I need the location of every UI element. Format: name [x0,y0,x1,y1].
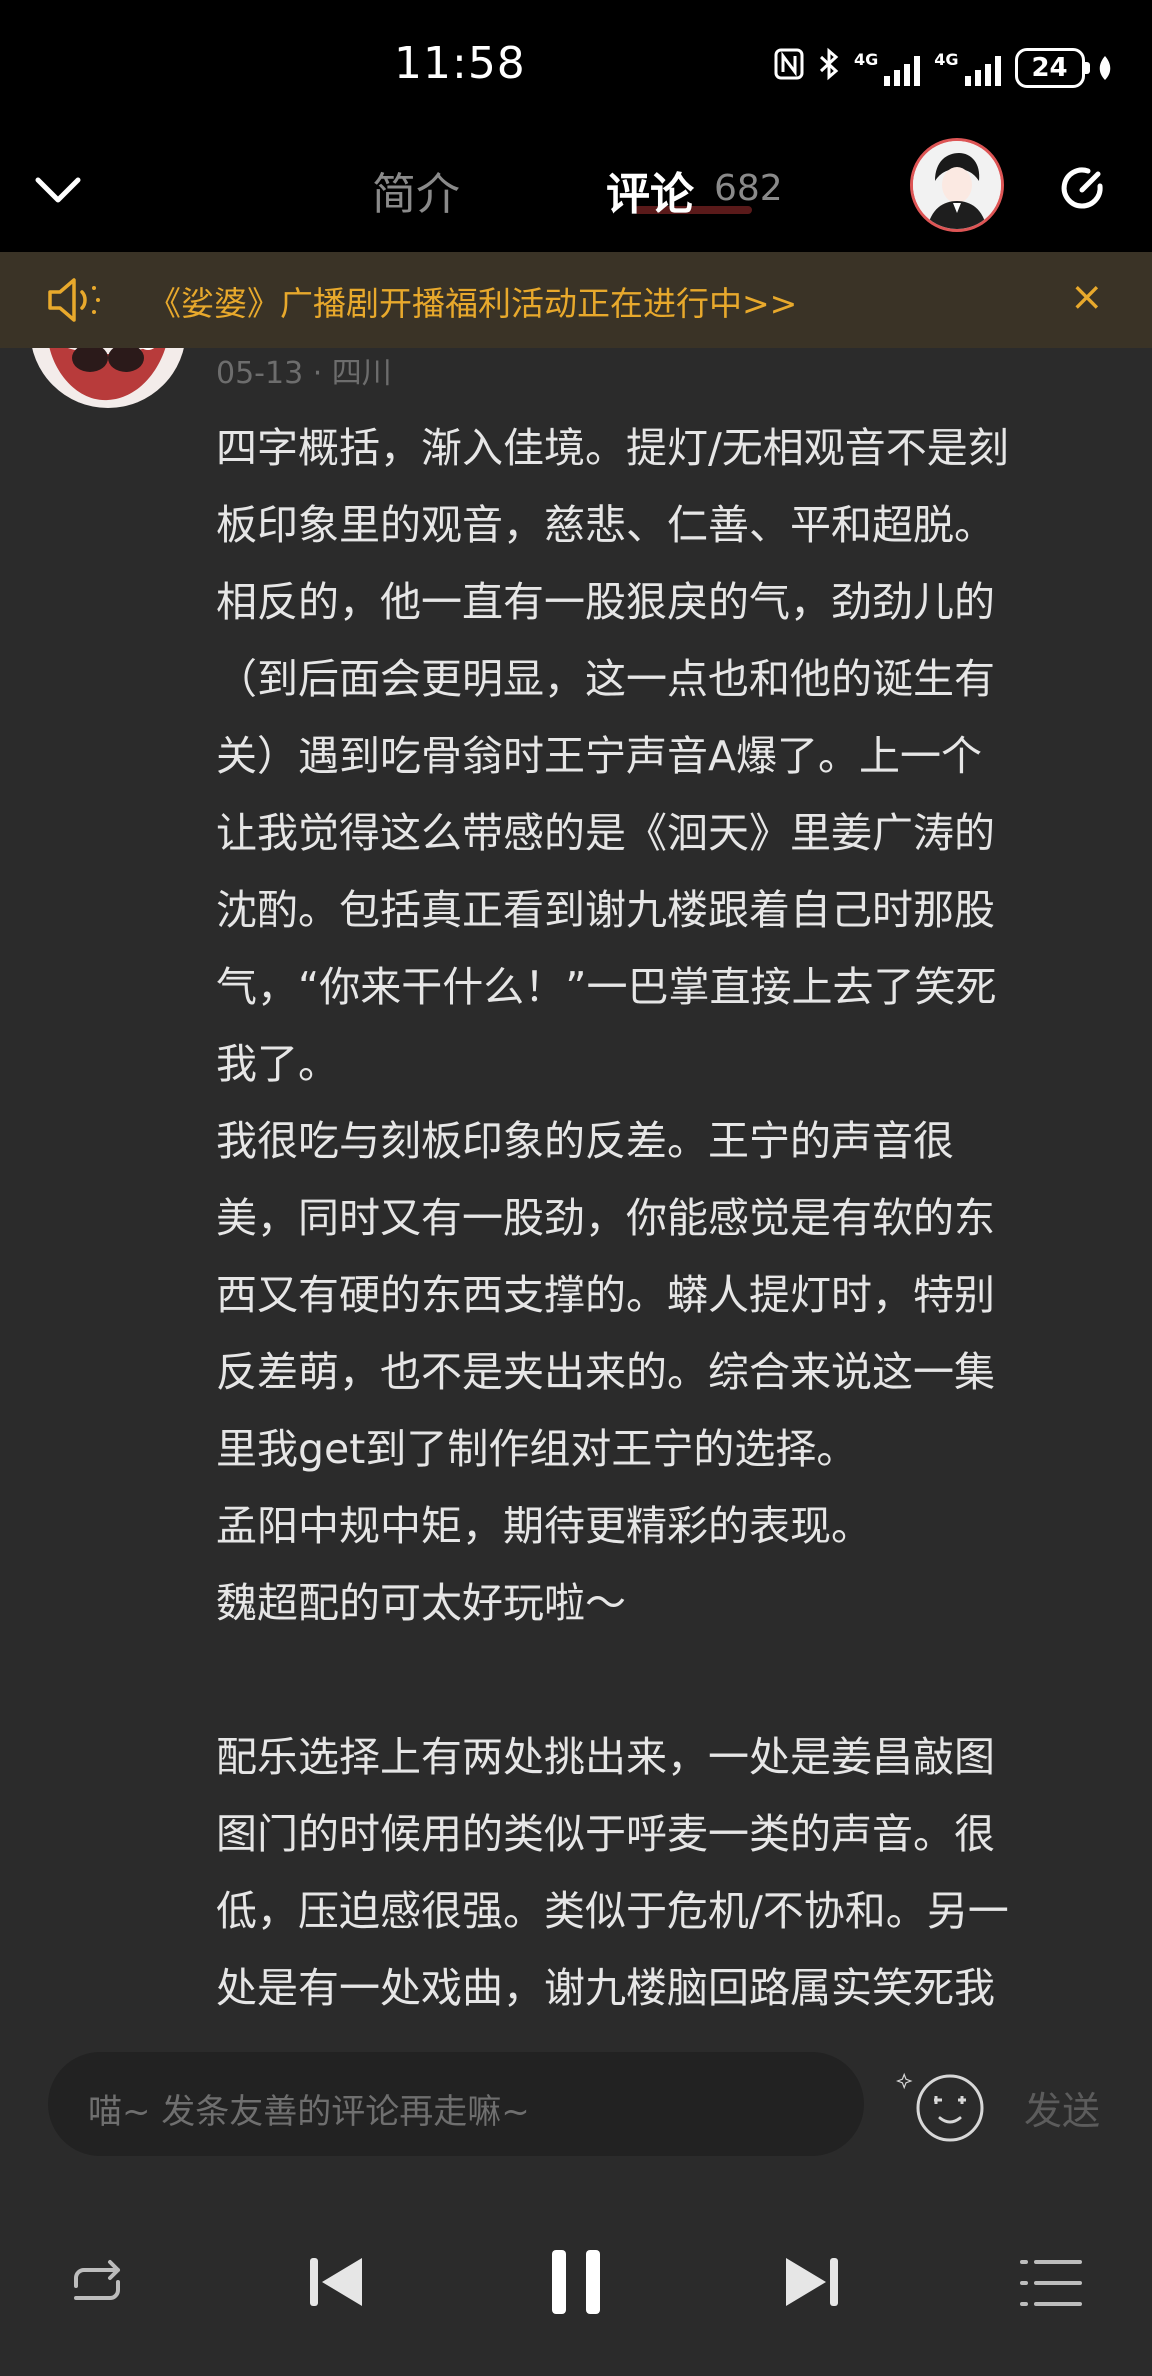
comment-meta: 05-13 · 四川 [216,356,392,391]
status-time: 11:58 [394,38,526,89]
comment-line: 我了。 [216,1040,339,1088]
comment-line: 低，压迫感很强。类似于危机/不协和。另一 [216,1887,1009,1935]
comment-line: 西又有硬的东西支撑的。蟒人提灯时，特别 [216,1271,995,1319]
chevron-down-icon[interactable] [30,162,86,218]
bluetooth-icon [818,47,840,89]
comment-line: 图门的时候用的类似于呼麦一类的声音。很 [216,1810,995,1858]
comment-line: 关）遇到吃骨翁时王宁声音A爆了。上一个 [216,732,983,780]
signal-icon: 4G [854,50,921,86]
comment-line: 孟阳中规中矩，期待更精彩的表现。 [216,1502,872,1550]
comment-line: （到后面会更明显，这一点也和他的诞生有 [216,655,995,703]
playlist-icon[interactable] [1016,2256,1086,2310]
comment-input[interactable]: 喵~ 发条友善的评论再走嘛~ [48,2052,864,2156]
top-nav: 简介 评论 682 [0,132,1152,252]
comment-line: 反差萌，也不是夹出来的。综合来说这一集 [216,1348,995,1396]
comment-line: 魏超配的可太好玩啦～ [216,1579,626,1627]
comment-line: 气，“你来干什么！”一巴掌直接上去了笑死 [216,963,997,1011]
signal-icon: 4G [934,50,1001,86]
close-icon[interactable]: × [1070,274,1104,320]
send-button[interactable]: 发送 [1024,2080,1100,2135]
comment-line: 四字概括，渐入佳境。提灯/无相观音不是刻 [216,424,1009,472]
previous-icon[interactable] [304,2250,368,2314]
pause-icon[interactable] [546,2246,606,2318]
announcement-banner[interactable]: 《娑婆》广播剧开播福利活动正在进行中>> × [0,252,1152,348]
tab-intro[interactable]: 简介 [372,158,460,222]
comment-line: 我很吃与刻板印象的反差。王宁的声音很 [216,1117,954,1165]
comment-line: 让我觉得这么带感的是《洄天》里姜广涛的 [216,809,995,857]
comment-line: 里我get到了制作组对王宁的选择。 [216,1425,858,1473]
comment-line [216,1642,1096,1719]
tab-comments[interactable]: 评论 [606,158,694,222]
leaf-icon [1099,56,1110,80]
comment-line: 板印象里的观音，慈悲、仁善、平和超脱。 [216,501,995,549]
status-bar: 11:58 4G 4G 24 [0,0,1152,132]
comment-line: 相反的，他一直有一股狠戾的气，劲劲儿的 [216,578,995,626]
battery-icon: 24 [1014,48,1114,88]
comment-line: 沈酌。包括真正看到谢九楼跟着自己时那股 [216,886,995,934]
comment-count: 682 [714,168,783,209]
emoji-icon[interactable] [896,2066,992,2146]
comment-line: 美，同时又有一股劲，你能感觉是有软的东 [216,1194,995,1242]
author-avatar[interactable] [910,138,1004,232]
refresh-icon[interactable] [1054,160,1110,216]
nfc-icon [774,48,804,88]
speaker-icon [48,278,100,322]
comment-input-placeholder: 喵~ 发条友善的评论再走嘛~ [88,2092,530,2132]
repeat-icon[interactable] [66,2256,128,2312]
status-icons: 4G 4G 24 [774,46,1114,90]
player-controls [0,2190,1152,2376]
next-icon[interactable] [780,2250,844,2314]
announcement-text[interactable]: 《娑婆》广播剧开播福利活动正在进行中>> [148,277,797,325]
comment-body: 四字概括，渐入佳境。提灯/无相观音不是刻 板印象里的观音，慈悲、仁善、平和超脱。相… [216,410,1096,2027]
comment-line: 配乐选择上有两处挑出来，一处是姜昌敲图 [216,1733,995,1781]
